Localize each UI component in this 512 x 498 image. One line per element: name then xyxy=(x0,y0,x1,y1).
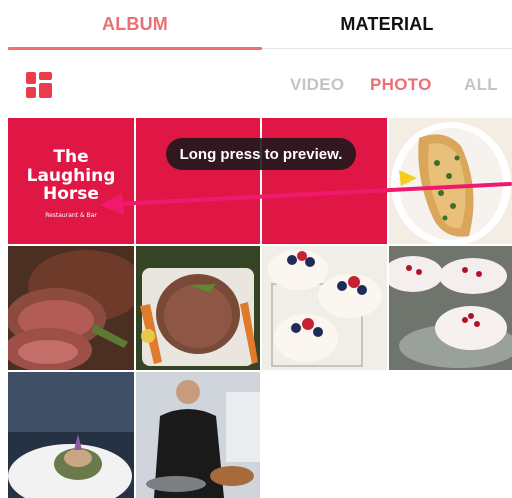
pointer-arrow-icon xyxy=(100,182,512,215)
